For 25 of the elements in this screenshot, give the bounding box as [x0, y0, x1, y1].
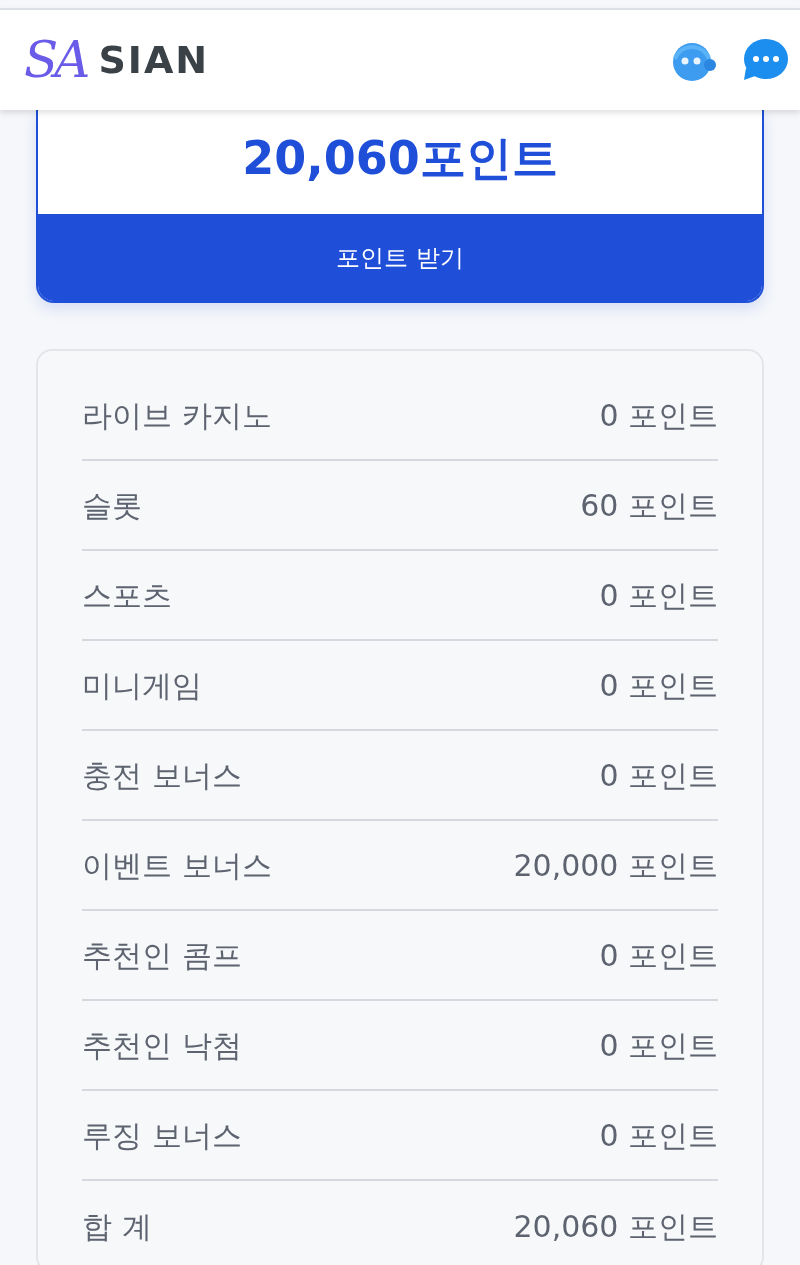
category-label: 이벤트 보너스 [82, 846, 272, 885]
category-label: 추천인 콤프 [82, 936, 242, 975]
category-label: 스포츠 [82, 576, 172, 615]
points-value: 20,000 포인트 [513, 846, 718, 885]
category-label: 슬롯 [82, 486, 142, 525]
logo-mark: SA [24, 35, 88, 85]
points-value: 0 포인트 [599, 1026, 718, 1065]
claim-points-button[interactable]: 포인트 받기 [38, 214, 762, 301]
points-value: 0 포인트 [599, 576, 718, 615]
chat-icon[interactable] [742, 38, 788, 82]
category-label: 라이브 카지노 [82, 396, 272, 435]
points-value: 20,060 포인트 [513, 1207, 718, 1246]
points-value: 0 포인트 [599, 936, 718, 975]
points-value: 0 포인트 [599, 756, 718, 795]
category-label: 미니게임 [82, 666, 202, 705]
points-value: 60 포인트 [580, 486, 718, 525]
logo-name: SIAN [98, 36, 210, 84]
category-label: 루징 보너스 [82, 1116, 242, 1155]
category-label: 충전 보너스 [82, 756, 242, 795]
category-label: 추천인 낙첨 [82, 1026, 242, 1065]
points-value: 0 포인트 [599, 396, 718, 435]
points-value: 0 포인트 [599, 666, 718, 705]
points-total: 20,060포인트 [241, 130, 559, 187]
category-label: 합 계 [82, 1207, 152, 1246]
points-value: 0 포인트 [599, 1116, 718, 1155]
